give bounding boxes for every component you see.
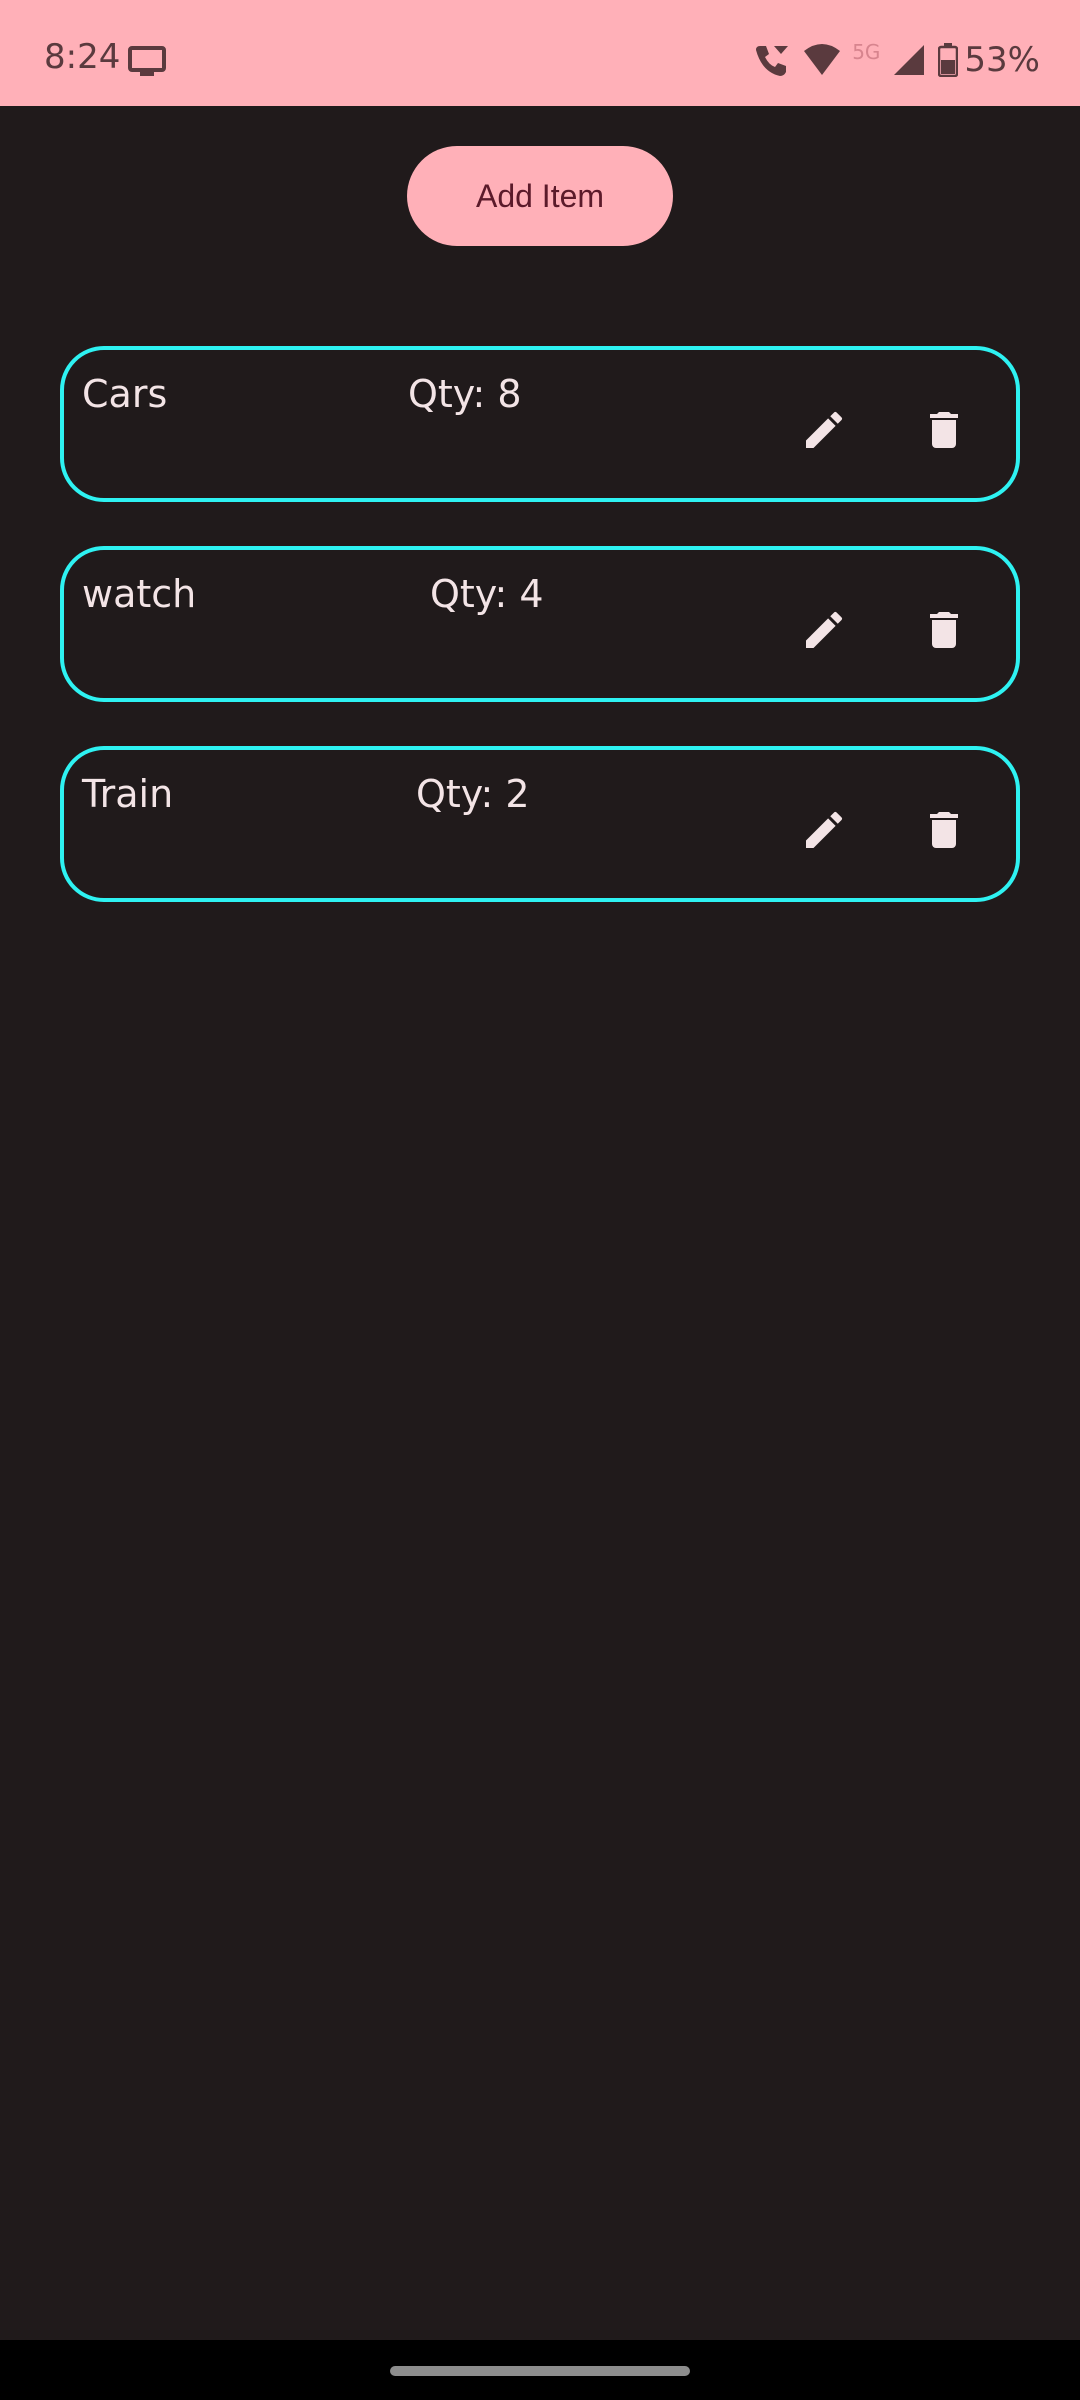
status-bar: 8:24 5G 53% xyxy=(0,0,1080,106)
delete-button[interactable] xyxy=(914,400,974,460)
pencil-icon xyxy=(806,411,843,448)
item-name: watch xyxy=(82,572,197,616)
pencil-icon xyxy=(806,811,843,848)
pencil-icon xyxy=(806,611,843,648)
signal-icon xyxy=(892,43,926,77)
edit-button[interactable] xyxy=(794,800,854,860)
item-qty: Qty: 4 xyxy=(430,572,544,616)
battery-level: 53% xyxy=(964,40,1040,80)
trash-icon xyxy=(930,412,958,448)
wifi-icon xyxy=(802,43,842,77)
item-name: Cars xyxy=(82,372,168,416)
item-card[interactable]: watch Qty: 4 xyxy=(60,546,1020,702)
home-gesture-handle[interactable] xyxy=(390,2366,690,2376)
trash-icon xyxy=(930,612,958,648)
item-name: Train xyxy=(82,772,174,816)
delete-button[interactable] xyxy=(914,600,974,660)
item-qty: Qty: 8 xyxy=(408,372,522,416)
wifi-call-icon xyxy=(754,42,790,78)
screen-cast-icon xyxy=(128,46,166,82)
network-type: 5G xyxy=(852,40,881,64)
battery-icon xyxy=(938,43,959,77)
item-qty: Qty: 2 xyxy=(416,772,530,816)
delete-button[interactable] xyxy=(914,800,974,860)
edit-button[interactable] xyxy=(794,600,854,660)
item-card[interactable]: Cars Qty: 8 xyxy=(60,346,1020,502)
status-icons: 5G 53% xyxy=(742,40,1040,80)
status-time: 8:24 xyxy=(44,37,121,77)
navigation-bar xyxy=(0,2340,1080,2400)
trash-icon xyxy=(930,812,958,848)
item-card[interactable]: Train Qty: 2 xyxy=(60,746,1020,902)
add-item-button[interactable]: Add Item xyxy=(407,146,673,246)
edit-button[interactable] xyxy=(794,400,854,460)
